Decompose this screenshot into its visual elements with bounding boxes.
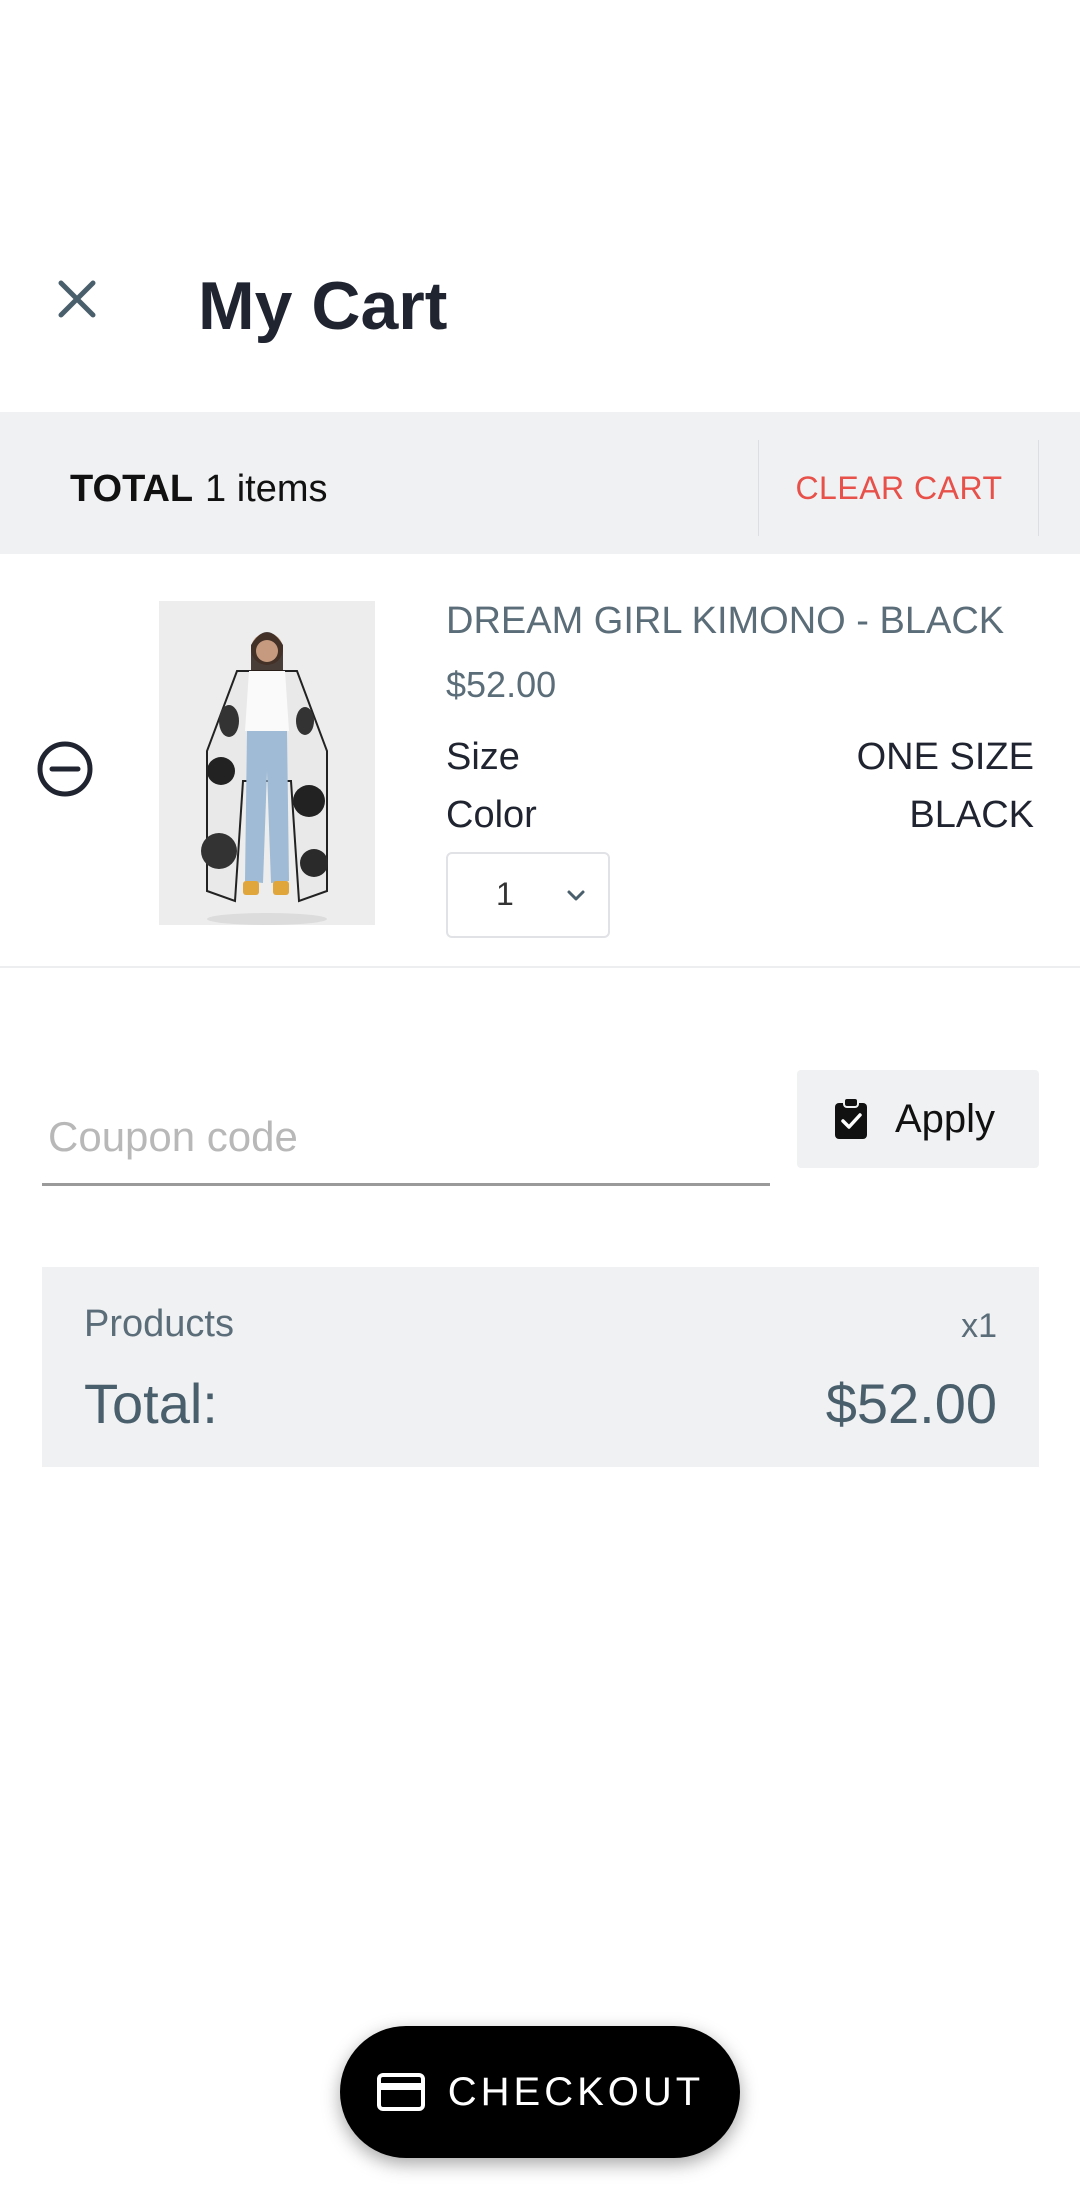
total-value: $52.00 [825, 1372, 997, 1435]
page-title: My Cart [198, 268, 448, 344]
coupon-input[interactable] [42, 1070, 770, 1183]
quantity-select[interactable]: 1 [446, 852, 610, 938]
remove-item-button[interactable] [36, 740, 94, 798]
products-qty: x1 [961, 1307, 997, 1345]
kimono-product-photo [159, 601, 375, 925]
color-label: Color [446, 794, 537, 836]
total-label: Total: [84, 1372, 218, 1435]
product-name[interactable]: DREAM GIRL KIMONO - BLACK [446, 600, 1004, 643]
products-label: Products [84, 1303, 234, 1345]
color-value: BLACK [909, 794, 1034, 836]
coupon-field [42, 1070, 770, 1186]
apply-coupon-button[interactable]: Apply [797, 1070, 1039, 1168]
apply-label: Apply [895, 1096, 996, 1141]
checkout-button[interactable]: CHECKOUT [340, 2026, 740, 2158]
divider [1038, 440, 1039, 536]
remove-circle-icon [37, 741, 93, 797]
chevron-down-icon [567, 890, 585, 901]
item-count: 1 items [205, 468, 328, 510]
clear-cart-button[interactable]: CLEAR CART [760, 440, 1038, 536]
total-label: TOTAL [70, 468, 194, 510]
clipboard-check-icon [835, 1097, 867, 1139]
size-value: ONE SIZE [856, 736, 1034, 778]
divider [758, 440, 759, 536]
cart-header [0, 0, 1080, 412]
product-price: $52.00 [446, 664, 557, 705]
order-summary: Products x1 Total: $52.00 [42, 1267, 1039, 1467]
size-label: Size [446, 736, 520, 778]
close-icon [58, 280, 96, 318]
quantity-value: 1 [496, 876, 514, 912]
credit-card-icon [376, 2073, 425, 2111]
checkout-label: CHECKOUT [447, 2069, 705, 2114]
close-button[interactable] [44, 266, 110, 332]
product-image[interactable] [159, 601, 375, 925]
